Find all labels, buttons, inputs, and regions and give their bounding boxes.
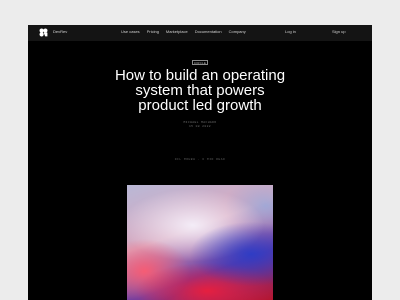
nav-documentation-link[interactable]: Documentation — [195, 29, 222, 34]
top-navigation-bar: DevRev Use cases Pricing Marketplace Doc… — [28, 25, 372, 41]
nav-marketplace-link[interactable]: Marketplace — [166, 29, 188, 34]
article-category-tag[interactable]: CIRCLE — [192, 60, 208, 65]
signup-link[interactable]: Sign up — [332, 29, 346, 34]
brand-name[interactable]: DevRev — [53, 29, 67, 34]
nav-use-cases-link[interactable]: Use cases — [121, 29, 140, 34]
nav-links: Use cases Pricing Marketplace Documentat… — [121, 29, 246, 34]
nav-company-link[interactable]: Company — [229, 29, 246, 34]
publish-date: 15 08 2022 — [188, 125, 211, 128]
read-time-label: DIL MOHBH · 6 MIN READ — [174, 158, 226, 161]
nav-pricing-link[interactable]: Pricing — [147, 29, 159, 34]
devrev-logo-icon[interactable] — [39, 28, 48, 37]
browser-window: DevRev Use cases Pricing Marketplace Doc… — [28, 25, 372, 300]
login-link[interactable]: Log in — [285, 29, 296, 34]
article-title-line: product led growth — [138, 97, 262, 114]
article-byline: MICHAEL MACHADO 15 08 2022 — [168, 121, 232, 129]
article-hero-image — [127, 185, 273, 300]
article-title: How to build an operating system that po… — [88, 68, 312, 113]
